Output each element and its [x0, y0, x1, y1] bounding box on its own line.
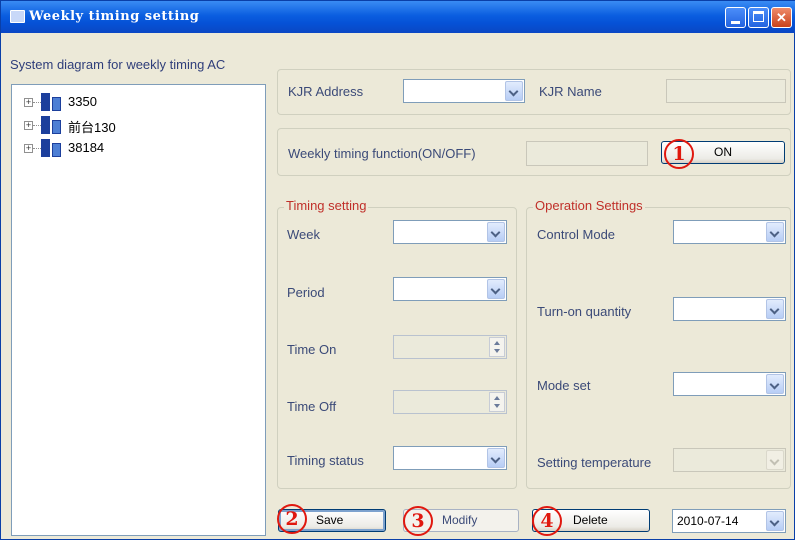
chevron-down-icon [505, 81, 523, 101]
device-tree[interactable]: + 3350 + 前台130 + 38184 [11, 84, 266, 536]
week-select[interactable] [393, 220, 507, 244]
marker-1: 1 [664, 139, 694, 169]
kjr-address-select[interactable] [403, 79, 525, 103]
setting-temperature-label: Setting temperature [537, 455, 652, 470]
operation-settings-group [526, 207, 791, 489]
title-bar[interactable]: Weekly timing setting ✕ [1, 1, 795, 33]
timing-status-select[interactable] [393, 446, 507, 470]
tree-title: System diagram for weekly timing AC [10, 57, 226, 72]
turn-on-quantity-select[interactable] [673, 297, 786, 321]
close-button[interactable]: ✕ [771, 7, 792, 28]
time-off-stepper[interactable] [393, 390, 507, 414]
window-title: Weekly timing setting [29, 9, 200, 24]
window-icon [10, 10, 25, 23]
delete-label: Delete [573, 513, 608, 527]
timing-status-label: Timing status [287, 453, 364, 468]
expand-icon[interactable]: + [24, 144, 33, 153]
timing-setting-legend: Timing setting [284, 198, 369, 213]
mode-set-label: Mode set [537, 378, 591, 393]
spin-arrows-icon[interactable] [489, 392, 505, 412]
ac-unit-icon [41, 116, 63, 134]
tree-item[interactable]: + 3350 [24, 93, 244, 111]
marker-3: 3 [403, 506, 433, 536]
time-on-stepper[interactable] [393, 335, 507, 359]
maximize-button[interactable] [748, 7, 769, 28]
kjr-address-label: KJR Address [288, 84, 364, 99]
chevron-down-icon [766, 511, 784, 531]
control-mode-label: Control Mode [537, 227, 616, 242]
tree-item[interactable]: + 38184 [24, 139, 244, 157]
chevron-down-icon [766, 374, 784, 394]
operation-settings-legend: Operation Settings [533, 198, 645, 213]
weekly-status-field [526, 141, 648, 166]
minimize-button[interactable] [725, 7, 746, 28]
modify-label: Modify [442, 513, 478, 527]
weekly-function-label: Weekly timing function(ON/OFF) [288, 146, 476, 161]
save-label: Save [316, 513, 344, 527]
mode-set-select[interactable] [673, 372, 786, 396]
period-label: Period [287, 285, 325, 300]
chevron-down-icon [766, 450, 784, 470]
expand-icon[interactable]: + [24, 121, 33, 130]
kjr-name-label: KJR Name [539, 84, 602, 99]
chevron-down-icon [766, 299, 784, 319]
ac-unit-icon [41, 93, 63, 111]
setting-temperature-select[interactable] [673, 448, 786, 472]
kjr-name-field[interactable] [666, 79, 786, 103]
time-on-label: Time On [287, 342, 337, 357]
time-off-label: Time Off [287, 399, 337, 414]
week-label: Week [287, 227, 320, 242]
spin-arrows-icon[interactable] [489, 337, 505, 357]
chevron-down-icon [766, 222, 784, 242]
chevron-down-icon [487, 222, 505, 242]
chevron-down-icon [487, 279, 505, 299]
marker-4: 4 [532, 506, 562, 536]
ac-unit-icon [41, 139, 63, 157]
close-icon: ✕ [776, 10, 787, 25]
control-mode-select[interactable] [673, 220, 786, 244]
window: Weekly timing setting ✕ System diagram f… [0, 0, 795, 540]
tree-item-label: 38184 [68, 140, 105, 155]
tree-item-label: 前台130 [68, 120, 116, 135]
chevron-down-icon [487, 448, 505, 468]
turn-on-quantity-label: Turn-on quantity [537, 304, 632, 319]
marker-2: 2 [277, 504, 307, 534]
date-picker[interactable]: 2010-07-14 [672, 509, 786, 533]
minimize-icon [731, 21, 740, 24]
period-select[interactable] [393, 277, 507, 301]
expand-icon[interactable]: + [24, 98, 33, 107]
tree-item-label: 3350 [68, 94, 97, 109]
date-value: 2010-07-14 [677, 514, 739, 528]
maximize-icon [753, 11, 764, 22]
tree-item[interactable]: + 前台130 [24, 116, 244, 135]
